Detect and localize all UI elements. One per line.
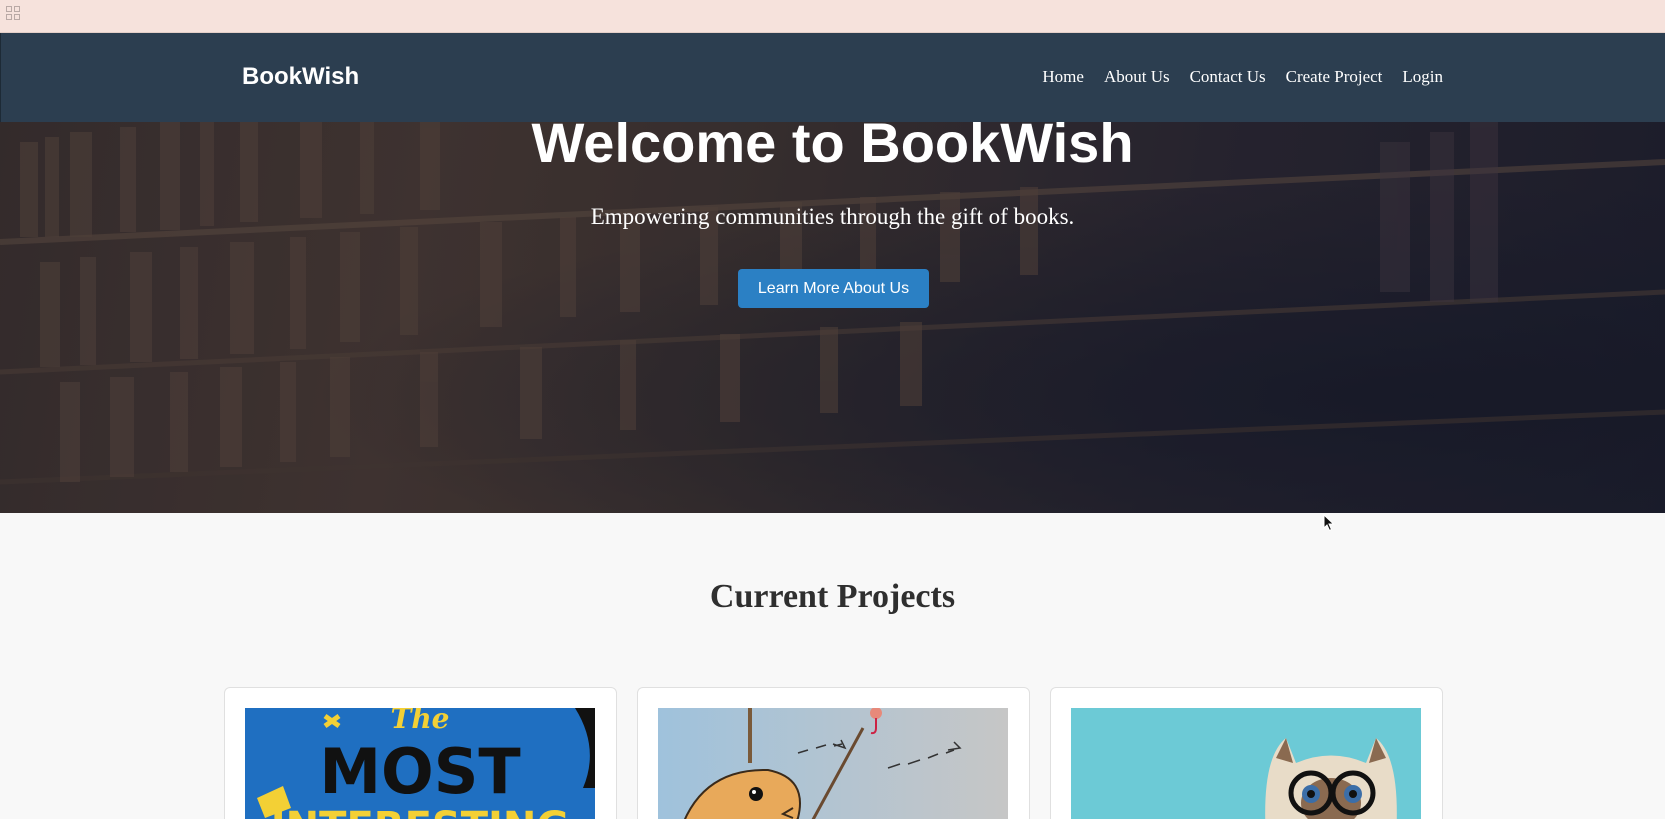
project-card[interactable] xyxy=(1050,687,1443,819)
learn-more-button[interactable]: Learn More About Us xyxy=(738,269,929,308)
nav-link-home[interactable]: Home xyxy=(1042,67,1084,87)
cover-text-the: The xyxy=(390,708,449,735)
nav-link-login[interactable]: Login xyxy=(1402,67,1443,87)
project-image-book-cover[interactable]: The MOST INTERESTING xyxy=(245,708,595,819)
browser-toolbar xyxy=(0,0,1665,33)
project-image-cat-with-glasses[interactable] xyxy=(1071,708,1421,819)
project-card[interactable]: The MOST INTERESTING xyxy=(224,687,617,819)
current-projects-heading: Current Projects xyxy=(709,578,956,615)
project-image-fish-illustration[interactable] xyxy=(658,708,1008,819)
bookshelf-background-image xyxy=(0,122,1665,513)
nav-link-create-project[interactable]: Create Project xyxy=(1286,67,1383,87)
cover-text-most: MOST xyxy=(319,735,520,808)
brand-logo[interactable]: BookWish xyxy=(242,63,359,91)
nav-link-contact-us[interactable]: Contact Us xyxy=(1190,67,1266,87)
hero-section: Welcome to BookWish Empowering communiti… xyxy=(0,122,1665,513)
hero-title: Welcome to BookWish xyxy=(531,122,1134,174)
cover-text-interesting: INTERESTING xyxy=(271,804,569,819)
nav-link-about-us[interactable]: About Us xyxy=(1104,67,1170,87)
hero-subtitle: Empowering communities through the gift … xyxy=(590,204,1075,229)
nav-links: Home About Us Contact Us Create Project … xyxy=(1042,67,1443,87)
apps-grid-icon[interactable] xyxy=(6,6,20,20)
mouse-cursor-icon xyxy=(1323,514,1335,532)
navbar: BookWish Home About Us Contact Us Create… xyxy=(0,33,1665,122)
project-card[interactable] xyxy=(637,687,1030,819)
